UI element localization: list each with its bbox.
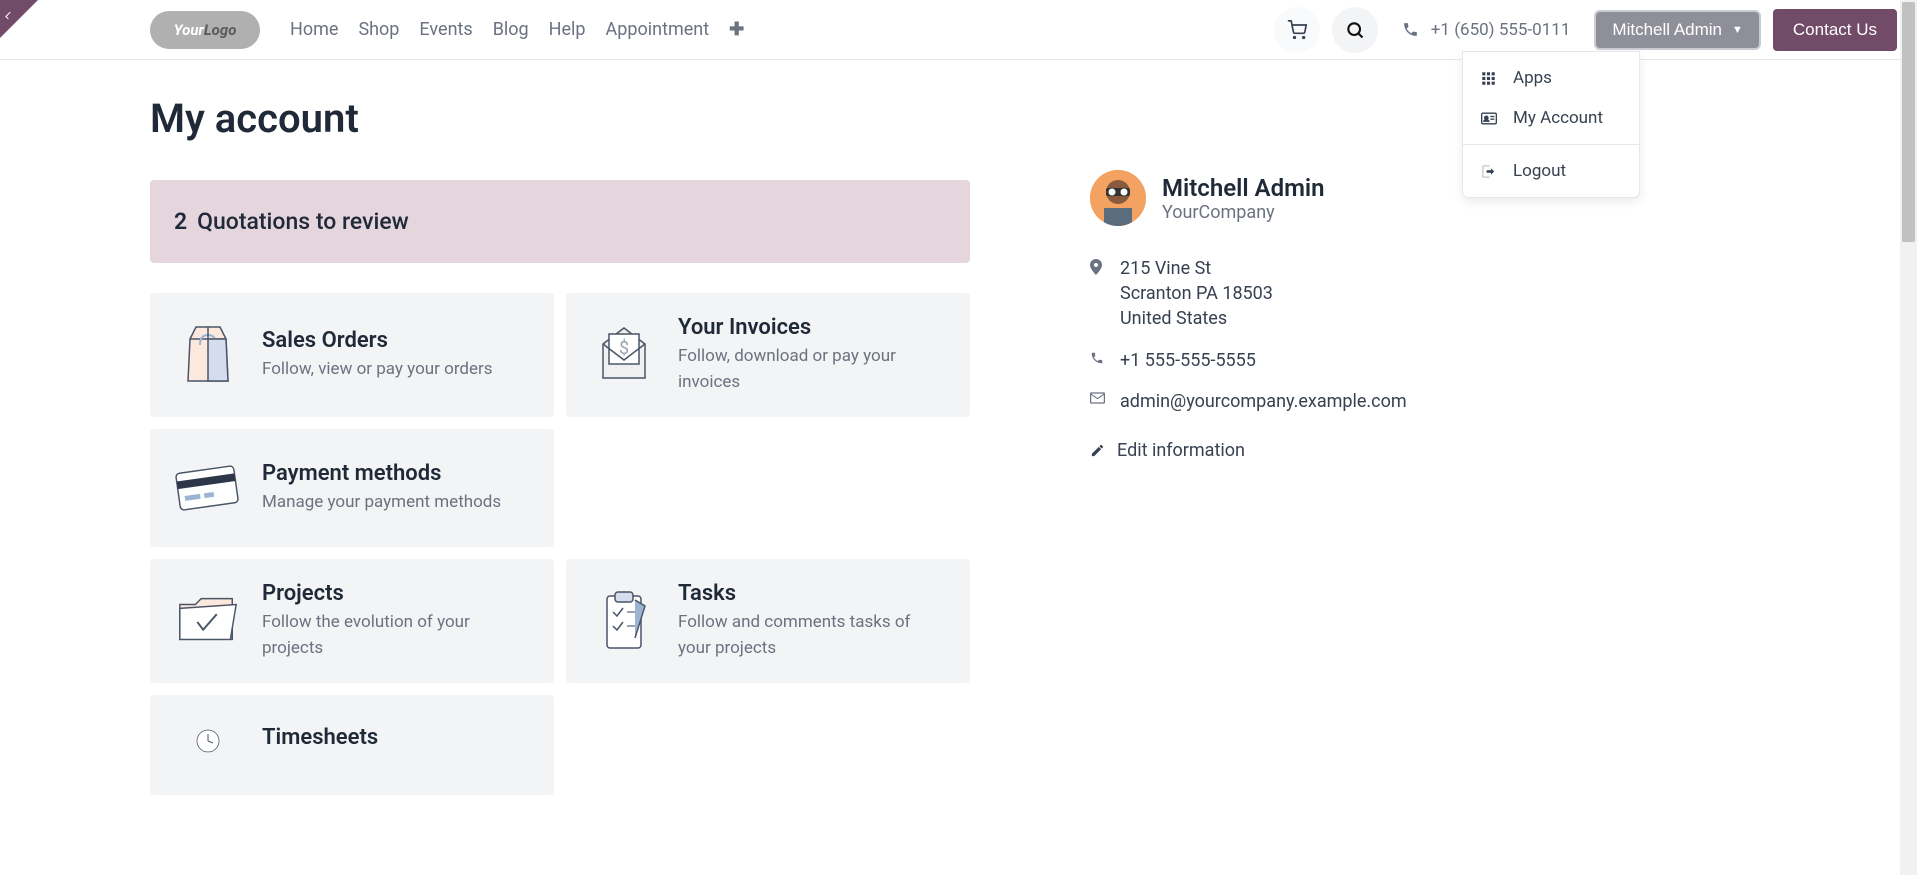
card-payment-title: Payment methods: [262, 461, 530, 486]
dropdown-logout-label: Logout: [1513, 161, 1566, 181]
card-sales-orders[interactable]: Sales Orders Follow, view or pay your or…: [150, 293, 554, 417]
svg-text:$: $: [619, 338, 629, 359]
dropdown-account-label: My Account: [1513, 108, 1603, 128]
card-sales-title: Sales Orders: [262, 328, 530, 353]
phone-small-icon: [1090, 351, 1106, 365]
logout-icon: [1481, 164, 1499, 179]
card-projects-title: Projects: [262, 581, 530, 606]
card-projects[interactable]: Projects Follow the evolution of your pr…: [150, 559, 554, 683]
card-tasks-title: Tasks: [678, 581, 946, 606]
card-timesheets-title: Timesheets: [262, 725, 530, 750]
dropdown-apps-label: Apps: [1513, 68, 1552, 88]
dropdown-logout[interactable]: Logout: [1463, 151, 1639, 191]
profile-address: 215 Vine St Scranton PA 18503 United Sta…: [1090, 256, 1410, 332]
invoice-envelope-icon: $: [590, 321, 658, 389]
card-invoices-title: Your Invoices: [678, 315, 946, 340]
card-invoices-desc: Follow, download or pay your invoices: [678, 344, 946, 395]
clipboard-tasks-icon: [590, 587, 658, 655]
dropdown-divider: [1463, 144, 1639, 145]
shopping-bag-icon: [174, 321, 242, 389]
profile-name: Mitchell Admin: [1162, 174, 1325, 202]
vertical-scrollbar[interactable]: [1900, 0, 1917, 875]
user-menu-button[interactable]: Mitchell Admin ▼: [1594, 10, 1761, 50]
logo-text-2: Logo: [204, 21, 237, 39]
header-phone-text: +1 (650) 555-0111: [1431, 20, 1571, 40]
card-tasks[interactable]: Tasks Follow and comments tasks of your …: [566, 559, 970, 683]
profile-email-text: admin@yourcompany.example.com: [1120, 389, 1407, 414]
user-dropdown-menu: Apps My Account Logout: [1462, 51, 1640, 198]
header-phone: +1 (650) 555-0111: [1402, 20, 1571, 40]
profile-header: Mitchell Admin YourCompany: [1090, 170, 1410, 226]
edit-link-text: Edit information: [1117, 440, 1245, 461]
card-payment-methods[interactable]: Payment methods Manage your payment meth…: [150, 429, 554, 547]
caret-down-icon: ▼: [1732, 24, 1743, 36]
site-logo[interactable]: YourLogo: [150, 11, 260, 49]
envelope-icon: [1090, 392, 1106, 404]
user-menu-label: Mitchell Admin: [1612, 20, 1722, 40]
logo-text-1: Your: [174, 21, 204, 39]
card-payment-desc: Manage your payment methods: [262, 490, 530, 516]
contact-us-button[interactable]: Contact Us: [1773, 9, 1897, 51]
address-line-3: United States: [1120, 306, 1273, 331]
search-icon: [1345, 20, 1365, 40]
timesheet-icon: [174, 705, 242, 773]
card-projects-desc: Follow the evolution of your projects: [262, 610, 530, 661]
address-line-1: 215 Vine St: [1120, 256, 1273, 281]
nav-shop[interactable]: Shop: [358, 19, 399, 40]
credit-card-icon: [174, 454, 242, 522]
scrollbar-thumb[interactable]: [1902, 2, 1915, 242]
pencil-icon: [1090, 443, 1105, 458]
card-tasks-desc: Follow and comments tasks of your projec…: [678, 610, 946, 661]
cart-icon: [1287, 20, 1307, 40]
nav-events[interactable]: Events: [419, 19, 472, 40]
id-card-icon: [1481, 112, 1499, 125]
nav-appointment[interactable]: Appointment: [606, 19, 710, 40]
alert-text: Quotations to review: [197, 208, 409, 235]
profile-phone: +1 555-555-5555: [1090, 348, 1410, 373]
profile-company: YourCompany: [1162, 202, 1325, 223]
page-title: My account: [150, 95, 970, 142]
main-nav: Home Shop Events Blog Help Appointment ✚: [290, 19, 744, 40]
page-ribbon[interactable]: [0, 0, 38, 38]
dropdown-apps[interactable]: Apps: [1463, 58, 1639, 98]
alert-count: 2: [174, 208, 187, 235]
card-timesheets[interactable]: Timesheets: [150, 695, 554, 795]
nav-home[interactable]: Home: [290, 19, 338, 40]
nav-blog[interactable]: Blog: [493, 19, 529, 40]
folder-check-icon: [174, 587, 242, 655]
search-button[interactable]: [1332, 7, 1378, 53]
cart-button[interactable]: [1274, 7, 1320, 53]
quotations-alert[interactable]: 2 Quotations to review: [150, 180, 970, 263]
map-pin-icon: [1090, 259, 1106, 275]
edit-information-link[interactable]: Edit information: [1090, 440, 1410, 461]
profile-sidebar: Mitchell Admin YourCompany 215 Vine St S…: [1090, 95, 1410, 795]
phone-icon: [1402, 21, 1419, 38]
apps-grid-icon: [1481, 71, 1499, 86]
card-invoices[interactable]: $ Your Invoices Follow, download or pay …: [566, 293, 970, 417]
nav-add-icon[interactable]: ✚: [729, 19, 744, 40]
dropdown-my-account[interactable]: My Account: [1463, 98, 1639, 138]
nav-help[interactable]: Help: [549, 19, 586, 40]
avatar: [1090, 170, 1146, 226]
profile-email: admin@yourcompany.example.com: [1090, 389, 1410, 414]
card-sales-desc: Follow, view or pay your orders: [262, 357, 530, 383]
address-line-2: Scranton PA 18503: [1120, 281, 1273, 306]
profile-phone-text: +1 555-555-5555: [1120, 348, 1256, 373]
